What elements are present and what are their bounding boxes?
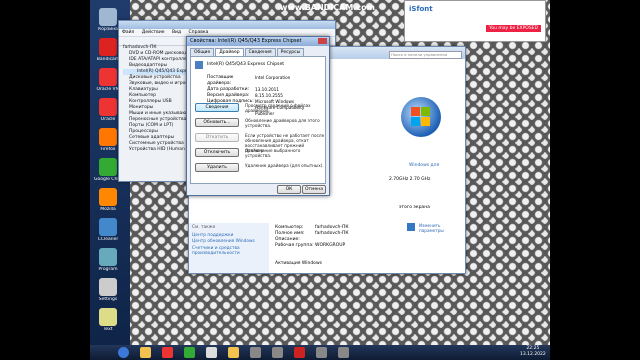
desktop-icon-label: Settings <box>98 297 118 302</box>
exposed-badge[interactable]: You may be EXPOSED <box>486 25 541 32</box>
watermark: www.BANDICAM.com <box>280 3 375 12</box>
start-orb-icon[interactable] <box>118 347 129 358</box>
window-title <box>119 21 335 29</box>
sidebar-link-performance[interactable]: Счетчики и средства производительности <box>189 245 255 257</box>
isfont-title: iSfont <box>409 5 433 13</box>
sidebar-heading: См. также <box>192 225 216 230</box>
menu-help[interactable]: Справка <box>189 30 209 35</box>
driver-action-button[interactable]: Отключить <box>195 148 239 157</box>
isfont-window[interactable]: iSfont You may be EXPOSED <box>404 0 546 42</box>
sidebar: См. также Центр поддержки Центр обновлен… <box>189 223 269 273</box>
virtualbox-icon <box>99 68 117 86</box>
recycle-bin-icon <box>99 8 117 26</box>
desktop-icon[interactable]: Text <box>94 308 122 332</box>
settings-icon <box>99 278 117 296</box>
dialog-title: Свойства: Intel(R) Q45/Q43 Express Chips… <box>187 37 329 46</box>
driver-actions: Сведения Просмотр сведений о файлах драйв… <box>195 103 325 178</box>
display-adapter-icon <box>195 61 203 69</box>
shield-icon <box>407 223 415 231</box>
driver-action-row: Откатить Если устройство не работает посл… <box>195 133 325 153</box>
windows-logo-icon <box>401 97 441 137</box>
activation-heading: Активация Windows <box>275 261 322 266</box>
driver-action-description: Обновление драйверов для этого устройств… <box>245 118 320 128</box>
desktop-icon-label: Program <box>98 267 118 272</box>
menu-action[interactable]: Действие <box>142 30 165 35</box>
device-name: Intel(R) Q45/Q43 Express Chipset <box>207 62 285 67</box>
driver-panel: Intel(R) Q45/Q43 Express Chipset Поставщ… <box>190 56 326 184</box>
info-value: farhadovch-ПК <box>315 231 349 236</box>
info-value: WORKGROUP <box>315 243 346 248</box>
info-key: Рабочая группа: <box>275 243 314 248</box>
driver-action-button[interactable]: Сведения <box>195 103 239 112</box>
program-icon <box>99 248 117 266</box>
chrome-icon[interactable] <box>184 347 195 358</box>
field-value: Intel Corporation <box>255 75 291 80</box>
desktop-icon[interactable]: Program <box>94 248 122 272</box>
clock-date: 13.12.2022 <box>520 352 546 357</box>
driver-action-description: Отключение выбранного устройства. <box>245 148 301 158</box>
computer-info: Компьютер: farhadovch-ПК Полное имя: farhad… <box>275 225 349 249</box>
bandicam-icon <box>99 38 117 56</box>
driver-action-row: Обновить... Обновление драйверов для этог… <box>195 118 325 133</box>
tab-driver[interactable]: Драйвер <box>215 48 244 56</box>
sidebar-link-update[interactable]: Центр обновления Windows <box>189 239 269 245</box>
ok-button[interactable]: ОК <box>277 185 301 194</box>
desktop-icon-label: Mozilla <box>100 207 116 212</box>
ccleaner-icon <box>99 218 117 236</box>
search-input[interactable]: Поиск в панели управления <box>389 51 462 59</box>
yandex-icon[interactable] <box>162 347 173 358</box>
tab-resources[interactable]: Ресурсы <box>276 48 305 56</box>
driver-properties-dialog[interactable]: Свойства: Intel(R) Q45/Q43 Express Chips… <box>186 36 330 196</box>
change-settings-link[interactable]: Изменить параметры <box>419 223 459 233</box>
desktop-icon-label: CCleaner <box>97 237 119 242</box>
menu-file[interactable]: Файл <box>122 30 134 35</box>
driver-action-description: Удаление драйвера (для опытных). <box>245 163 324 168</box>
desktop-icon[interactable]: CCleaner <box>94 218 122 242</box>
driver-action-button[interactable]: Удалить <box>195 163 239 172</box>
tab-general[interactable]: Общие <box>190 48 215 56</box>
oracle-icon <box>99 98 117 116</box>
close-icon[interactable] <box>318 38 327 44</box>
status-text: этого экрана <box>399 205 430 210</box>
app-icon[interactable] <box>338 347 349 358</box>
text-icon <box>99 308 117 326</box>
folder-icon[interactable] <box>228 347 239 358</box>
driver-action-row: Удалить Удаление драйвера (для опытных). <box>195 163 325 178</box>
desktop-icon[interactable]: Mozilla <box>94 188 122 212</box>
media-icon[interactable] <box>206 347 217 358</box>
driver-field-row: Поставщик драйвера: Intel Corporation <box>207 75 315 87</box>
app-icon[interactable] <box>316 347 327 358</box>
computer-info-row: Рабочая группа: WORKGROUP <box>275 243 349 249</box>
tab-bar: Общие Драйвер Сведения Ресурсы <box>187 46 329 56</box>
driver-action-description: Просмотр сведений о файлах драйверов. <box>245 103 311 113</box>
field-key: Поставщик драйвера: <box>207 75 234 86</box>
driver-action-button[interactable]: Обновить... <box>195 118 239 127</box>
explorer-icon[interactable] <box>140 347 151 358</box>
record-icon[interactable] <box>294 347 305 358</box>
menu-view[interactable]: Вид <box>172 30 181 35</box>
desktop-icon[interactable]: Settings <box>94 278 122 302</box>
windows-link[interactable]: Windows для <box>409 163 439 168</box>
app-icon[interactable] <box>272 347 283 358</box>
chrome-icon <box>99 158 117 176</box>
tab-details[interactable]: Сведения <box>244 48 276 56</box>
cpu-speed: 2.70GHz 2.70 GHz <box>389 177 431 182</box>
mozilla-icon <box>99 188 117 206</box>
driver-action-row: Отключить Отключение выбранного устройств… <box>195 148 325 163</box>
system-clock[interactable]: 22:25 13.12.2022 <box>520 346 546 358</box>
firefox-icon <box>99 128 117 146</box>
driver-action-button[interactable]: Откатить <box>195 133 239 142</box>
app-icon[interactable] <box>250 347 261 358</box>
driver-action-row: Сведения Просмотр сведений о файлах драйв… <box>195 103 325 118</box>
cancel-button[interactable]: Отмена <box>302 185 326 194</box>
desktop-icon-label: Text <box>103 327 113 332</box>
